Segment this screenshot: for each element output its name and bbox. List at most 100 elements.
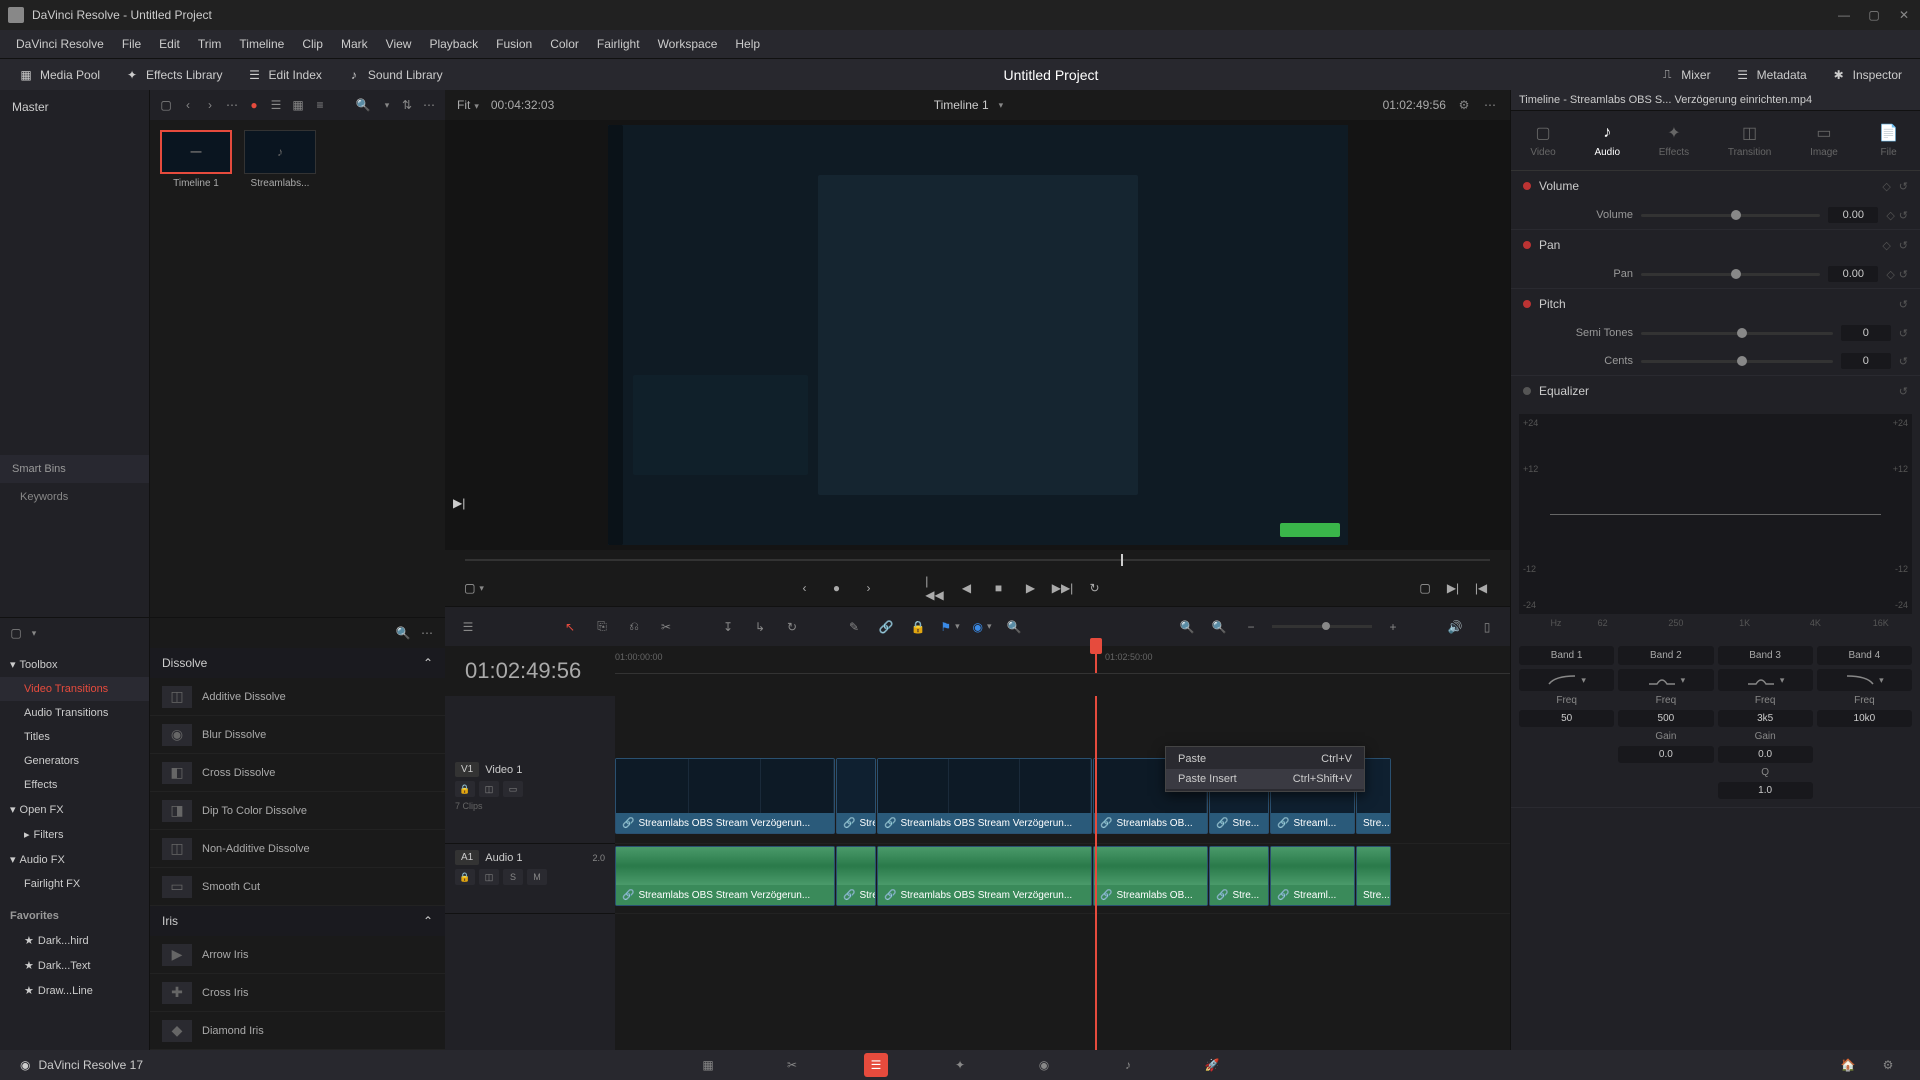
nav-fwd-icon[interactable]: › [202,98,218,112]
ctx-paste-insert[interactable]: Paste InsertCtrl+Shift+V [1166,769,1364,789]
video-clip[interactable]: 🔗Streamlabs OBS Stream Verzögerun... [877,758,1092,834]
tree-fairlightfx[interactable]: Fairlight FX [0,872,149,896]
audio-clip[interactable]: 🔗Streamlabs OBS Stream Verzögerun... [615,846,835,906]
audio-track-lane[interactable]: 🔗Streamlabs OBS Stream Verzögerun... 🔗St… [615,844,1510,914]
band-toggle[interactable]: Band 1 [1519,646,1614,665]
enable-dot[interactable] [1523,300,1531,308]
reset-icon[interactable] [1899,297,1908,311]
lock-track-button[interactable]: 🔒 [455,781,475,797]
tree-effects[interactable]: Effects [0,773,149,797]
reset-icon[interactable] [1899,238,1908,252]
freq-input[interactable]: 50 [1519,710,1614,727]
freq-input[interactable]: 3k5 [1718,710,1813,727]
minimize-button[interactable]: — [1836,7,1852,23]
maximize-button[interactable]: ▢ [1866,7,1882,23]
track-header-a1[interactable]: A1Audio 12.0 🔒◫SM [445,844,615,914]
menu-file[interactable]: File [114,30,149,58]
effect-blur-dissolve[interactable]: ◉Blur Dissolve [150,716,445,754]
trim-tool[interactable]: ⎘ [591,616,613,638]
search-timeline-icon[interactable]: 🔍 [1003,616,1025,638]
stop-button[interactable]: ■ [990,579,1008,597]
reset-icon[interactable] [1899,384,1908,398]
effects-library-button[interactable]: ✦ Effects Library [114,63,232,87]
eq-section-header[interactable]: Equalizer [1511,376,1920,406]
project-settings-icon[interactable]: ⚙ [1876,1053,1900,1077]
play-button[interactable]: ▶ [1022,579,1040,597]
tab-transition[interactable]: ◫Transition [1720,119,1780,162]
band-toggle[interactable]: Band 2 [1618,646,1713,665]
fav-item-2[interactable]: ★Dark...Text [0,953,149,978]
menu-edit[interactable]: Edit [151,30,188,58]
cut-page-tab[interactable]: ✂ [780,1053,804,1077]
freq-input[interactable]: 500 [1618,710,1713,727]
skip-forward-icon[interactable]: ▶| [453,496,465,510]
meter-icon[interactable]: ▯ [1476,616,1498,638]
reset-icon[interactable] [1899,179,1908,193]
tree-audio-transitions[interactable]: Audio Transitions [0,701,149,725]
bin-view-icon[interactable]: ▢ [158,98,174,112]
menu-trim[interactable]: Trim [190,30,230,58]
reset-icon[interactable] [1899,209,1908,222]
zoom-plus[interactable]: + [1382,616,1404,638]
first-frame-button[interactable]: |◀◀ [926,579,944,597]
record-icon[interactable]: ● [246,98,262,112]
replace-tool[interactable]: ↻ [781,616,803,638]
close-button[interactable]: ✕ [1896,7,1912,23]
marker-dropdown[interactable]: ◉ [971,616,993,638]
band-shape-dropdown[interactable] [1519,669,1614,691]
edit-page-tab[interactable]: ☰ [864,1053,888,1077]
thumbnail-timeline1[interactable]: ━━ Timeline 1 [160,130,232,189]
menu-help[interactable]: Help [727,30,768,58]
timeline-ruler[interactable]: 01:00:00:00 01:02:50:00 [615,646,1510,674]
tree-generators[interactable]: Generators [0,749,149,773]
effect-dip-to-color[interactable]: ◨Dip To Color Dissolve [150,792,445,830]
flag-dropdown[interactable]: ⚑ [939,616,961,638]
band-shape-dropdown[interactable] [1817,669,1912,691]
sound-library-button[interactable]: ♪ Sound Library [336,63,453,87]
sort-icon[interactable] [377,98,393,112]
semitones-slider[interactable] [1641,332,1833,335]
selection-tool[interactable]: ↖ [559,616,581,638]
color-page-tab[interactable]: ◉ [1032,1053,1056,1077]
thumbnail-clip[interactable]: ♪ Streamlabs... [244,130,316,189]
playhead[interactable] [1095,646,1097,673]
video-track-lane[interactable]: 🔗Streamlabs OBS Stream Verzögerun... 🔗St… [615,756,1510,844]
more-icon[interactable]: ⋯ [224,98,240,112]
deliver-page-tab[interactable]: 🚀 [1200,1053,1224,1077]
fusion-page-tab[interactable]: ✦ [948,1053,972,1077]
menu-playback[interactable]: Playback [421,30,486,58]
nav-back-icon[interactable]: ‹ [180,98,196,112]
keyframe-icon[interactable] [1886,209,1894,222]
tab-video[interactable]: ▢Video [1522,119,1563,162]
lock-icon[interactable]: 🔒 [907,616,929,638]
menu-timeline[interactable]: Timeline [231,30,292,58]
tab-effects[interactable]: ✦Effects [1651,119,1697,162]
reset-icon[interactable] [1899,268,1908,281]
tree-openfx[interactable]: ▾Open FX [0,797,149,822]
zoom-slider[interactable] [1272,625,1372,628]
enable-dot[interactable] [1523,182,1531,190]
edit-index-button[interactable]: ☰ Edit Index [237,63,332,87]
track-header-v1[interactable]: V1Video 1 🔒◫▭ 7 Clips [445,756,615,844]
tree-filters[interactable]: ▸Filters [0,822,149,847]
viewer-scrubber[interactable] [445,550,1510,570]
ctx-paste[interactable]: PasteCtrl+V [1166,749,1364,769]
zoom-out-icon[interactable]: 🔍 [1208,616,1230,638]
filter-icon[interactable]: ⇅ [399,98,415,112]
effect-smooth-cut[interactable]: ▭Smooth Cut [150,868,445,906]
effect-cross-iris[interactable]: ✚Cross Iris [150,974,445,1012]
menu-clip[interactable]: Clip [294,30,331,58]
category-dissolve[interactable]: Dissolve⌃ [150,648,445,678]
enable-dot[interactable] [1523,241,1531,249]
match-frame-icon[interactable]: ▢ [1416,579,1434,597]
effect-additive-dissolve[interactable]: ◫Additive Dissolve [150,678,445,716]
blade-tool[interactable]: ✂ [655,616,677,638]
tree-audiofx[interactable]: ▾Audio FX [0,847,149,872]
keyframe-icon[interactable] [1882,238,1890,252]
cents-value[interactable]: 0 [1841,353,1891,369]
viewer[interactable]: ▶| [445,120,1510,550]
menu-fairlight[interactable]: Fairlight [589,30,648,58]
solo-button[interactable]: S [503,869,523,885]
fav-item-1[interactable]: ★Dark...hird [0,928,149,953]
menu-fusion[interactable]: Fusion [488,30,540,58]
